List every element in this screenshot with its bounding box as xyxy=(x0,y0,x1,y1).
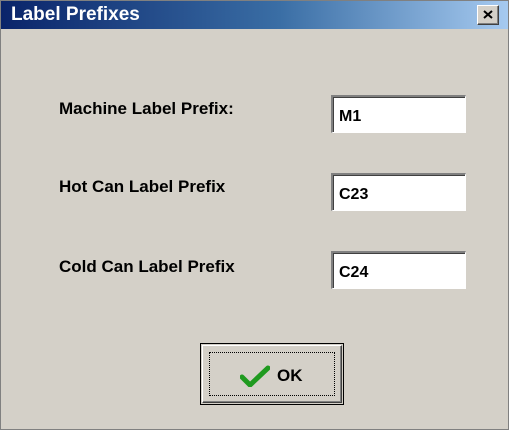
cold-can-label-prefix-label: Cold Can Label Prefix xyxy=(59,257,235,276)
ok-button[interactable]: OK xyxy=(200,343,344,405)
close-icon xyxy=(483,10,493,19)
title-bar[interactable]: Label Prefixes xyxy=(1,1,508,29)
machine-label-prefix-value: M1 xyxy=(339,108,362,125)
ok-button-face: OK xyxy=(202,345,342,403)
close-button[interactable] xyxy=(477,5,499,25)
hot-can-label-prefix-input[interactable]: C23 xyxy=(331,173,466,211)
machine-label-prefix-input[interactable]: M1 xyxy=(331,95,466,133)
cold-can-label-prefix-value: C24 xyxy=(339,264,369,281)
machine-label-prefix-label: Machine Label Prefix: xyxy=(59,99,234,118)
label-prefixes-dialog: Label Prefixes Machine Label Prefix: M1 … xyxy=(0,0,509,430)
check-icon xyxy=(240,365,270,387)
ok-button-label: OK xyxy=(277,366,303,385)
focus-rectangle xyxy=(209,352,335,396)
window-title: Label Prefixes xyxy=(11,4,140,25)
cold-can-label-prefix-input[interactable]: C24 xyxy=(331,251,466,289)
hot-can-label-prefix-label: Hot Can Label Prefix xyxy=(59,177,226,196)
hot-can-label-prefix-value: C23 xyxy=(339,186,369,203)
